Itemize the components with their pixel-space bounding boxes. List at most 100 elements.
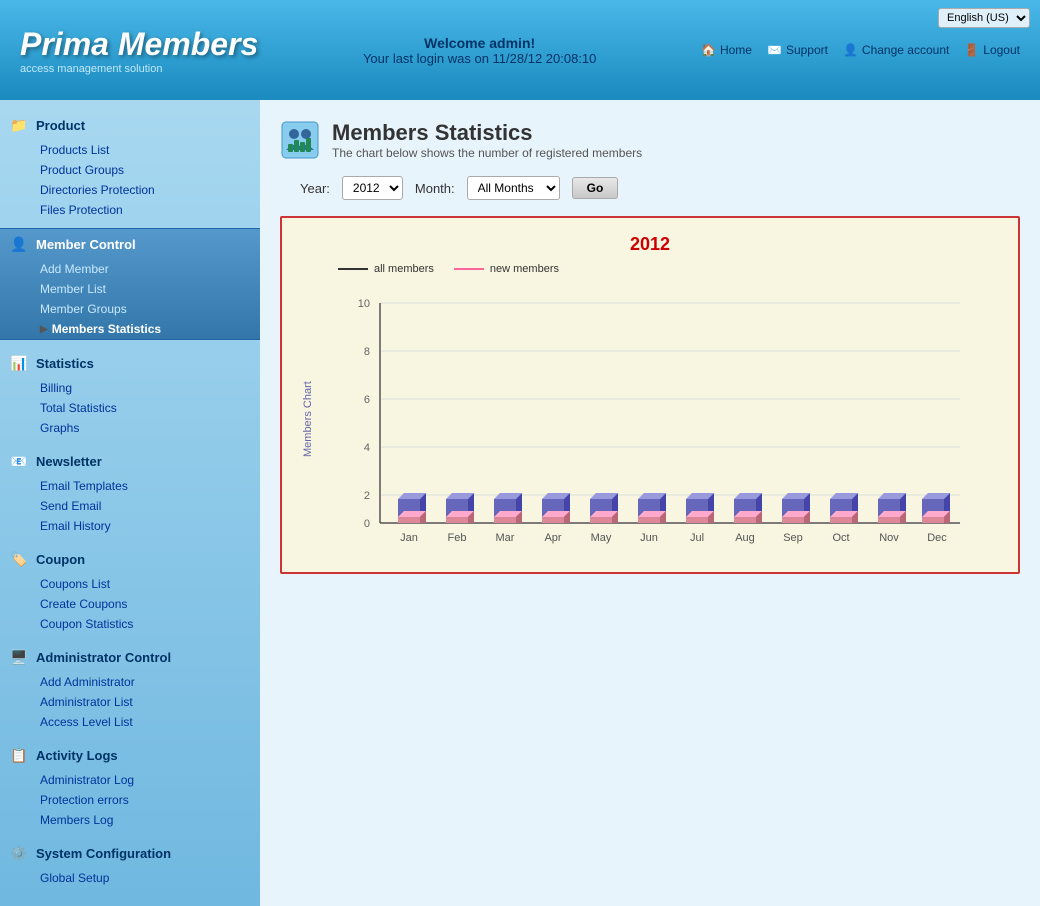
bar-may xyxy=(590,493,618,523)
sidebar-item-products-list[interactable]: Products List xyxy=(32,140,260,160)
bar-jul xyxy=(686,493,714,523)
sidebar-sub-items-member-control: Add MemberMember ListMember Groups▶ Memb… xyxy=(0,259,260,339)
sidebar-item-administrator-log[interactable]: Administrator Log xyxy=(32,770,260,790)
sidebar-item-directories-protection[interactable]: Directories Protection xyxy=(32,180,260,200)
sidebar-item-members-statistics[interactable]: ▶ Members Statistics xyxy=(32,319,260,339)
chart-y-label: Members Chart xyxy=(298,283,318,556)
sidebar-section-header-newsletter[interactable]: 📧 Newsletter xyxy=(0,446,260,476)
home-link[interactable]: 🏠 Home xyxy=(701,43,752,57)
sidebar-item-members-log[interactable]: Members Log xyxy=(32,810,260,830)
section-icon-product: 📁 xyxy=(10,116,28,134)
section-icon-admin-control: 🖥️ xyxy=(10,648,28,666)
svg-text:Jul: Jul xyxy=(690,532,704,544)
sidebar-section-header-coupon[interactable]: 🏷️ Coupon xyxy=(0,544,260,574)
chart-svg: 10 8 6 4 2 0 xyxy=(318,283,1002,553)
sidebar-sub-items-admin-control: Add AdministratorAdministrator ListAcces… xyxy=(0,672,260,732)
sidebar-section-header-admin-control[interactable]: 🖥️ Administrator Control xyxy=(0,642,260,672)
svg-text:Feb: Feb xyxy=(448,532,467,544)
bar-mar xyxy=(494,493,522,523)
section-icon-coupon: 🏷️ xyxy=(10,550,28,568)
svg-text:Jan: Jan xyxy=(400,532,418,544)
sidebar-section-activity-logs: 📋Activity LogsAdministrator LogProtectio… xyxy=(0,740,260,830)
page-title-text: Members Statistics The chart below shows… xyxy=(332,120,642,160)
bar-nov xyxy=(878,493,906,523)
sidebar-section-newsletter: 📧 Newsletter Email TemplatesSend EmailEmai… xyxy=(0,446,260,536)
bar-jan xyxy=(398,493,426,523)
sidebar-item-total-statistics[interactable]: Total Statistics xyxy=(32,398,260,418)
section-icon-newsletter: 📧 xyxy=(10,452,28,470)
main-layout: 📁ProductProducts ListProduct GroupsDirec… xyxy=(0,100,1040,906)
sidebar-section-header-statistics[interactable]: 📊 Statistics xyxy=(0,348,260,378)
svg-text:Nov: Nov xyxy=(879,532,899,544)
sidebar-item-billing[interactable]: Billing xyxy=(32,378,260,398)
svg-text:Dec: Dec xyxy=(927,532,947,544)
sidebar-section-header-activity-logs[interactable]: 📋Activity Logs xyxy=(0,740,260,770)
sidebar-item-product-groups[interactable]: Product Groups xyxy=(32,160,260,180)
section-label-coupon: Coupon xyxy=(36,552,85,567)
sidebar-item-member-list[interactable]: Member List xyxy=(32,279,260,299)
sidebar-item-member-groups[interactable]: Member Groups xyxy=(32,299,260,319)
welcome-line1: Welcome admin! xyxy=(363,35,596,51)
content-area: Members Statistics The chart below shows… xyxy=(260,100,1040,906)
sidebar-sub-items-activity-logs: Administrator LogProtection errorsMember… xyxy=(0,770,260,830)
sidebar-item-administrator-list[interactable]: Administrator List xyxy=(32,692,260,712)
year-select[interactable]: 2012 2011 2010 2013 xyxy=(342,176,403,200)
page-icon xyxy=(280,120,320,160)
sidebar-item-send-email[interactable]: Send Email xyxy=(32,496,260,516)
chart-wrapper: Members Chart 10 8 6 4 xyxy=(298,283,1002,556)
sidebar: 📁ProductProducts ListProduct GroupsDirec… xyxy=(0,100,260,906)
sidebar-section-header-system-config[interactable]: ⚙️System Configuration xyxy=(0,838,260,868)
svg-text:10: 10 xyxy=(358,298,370,310)
sidebar-item-create-coupons[interactable]: Create Coupons xyxy=(32,594,260,614)
sidebar-item-files-protection[interactable]: Files Protection xyxy=(32,200,260,220)
month-select[interactable]: All Months JanuaryFebruaryMarch AprilMay… xyxy=(467,176,560,200)
svg-text:Aug: Aug xyxy=(735,532,755,544)
sidebar-item-protection-errors[interactable]: Protection errors xyxy=(32,790,260,810)
sidebar-item-access-level-list[interactable]: Access Level List xyxy=(32,712,260,732)
svg-text:Mar: Mar xyxy=(496,532,515,544)
bar-dec xyxy=(922,493,950,523)
chart-container: 2012 all members new members Members Cha… xyxy=(280,216,1020,574)
bar-feb xyxy=(446,493,474,523)
go-button[interactable]: Go xyxy=(572,177,619,199)
sidebar-section-product: 📁ProductProducts ListProduct GroupsDirec… xyxy=(0,110,260,220)
sidebar-item-email-history[interactable]: Email History xyxy=(32,516,260,536)
page-title-area: Members Statistics The chart below shows… xyxy=(280,120,1020,160)
svg-text:Jun: Jun xyxy=(640,532,658,544)
sidebar-section-header-member-control[interactable]: 👤 Member Control xyxy=(0,229,260,259)
legend-new-members: new members xyxy=(454,263,559,275)
sidebar-section-header-product[interactable]: 📁Product xyxy=(0,110,260,140)
section-label-newsletter: Newsletter xyxy=(36,454,102,469)
svg-text:2: 2 xyxy=(364,490,370,502)
svg-text:May: May xyxy=(591,532,612,544)
svg-text:Sep: Sep xyxy=(783,532,803,544)
sidebar-item-add-administrator[interactable]: Add Administrator xyxy=(32,672,260,692)
svg-text:Oct: Oct xyxy=(832,532,849,544)
section-label-member-control: Member Control xyxy=(36,237,136,252)
bar-jun xyxy=(638,493,666,523)
sidebar-section-statistics: 📊 Statistics BillingTotal StatisticsGraphs xyxy=(0,348,260,438)
logo-title: Prima Members xyxy=(20,26,258,63)
chart-title: 2012 xyxy=(298,234,1002,255)
sidebar-item-graphs[interactable]: Graphs xyxy=(32,418,260,438)
language-selector[interactable]: English (US) French Spanish xyxy=(938,8,1030,28)
sidebar-item-global-setup[interactable]: Global Setup xyxy=(32,868,260,888)
logout-link[interactable]: 🚪 Logout xyxy=(964,43,1020,57)
section-icon-member-control: 👤 xyxy=(10,235,28,253)
sidebar-item-coupons-list[interactable]: Coupons List xyxy=(32,574,260,594)
section-icon-statistics: 📊 xyxy=(10,354,28,372)
sidebar-item-coupon-statistics[interactable]: Coupon Statistics xyxy=(32,614,260,634)
sidebar-item-add-member[interactable]: Add Member xyxy=(32,259,260,279)
year-label: Year: xyxy=(300,181,330,196)
section-label-system-config: System Configuration xyxy=(36,846,171,861)
bar-oct xyxy=(830,493,858,523)
top-bar: Prima Members access management solution… xyxy=(0,0,1040,100)
support-link[interactable]: ✉️ Support xyxy=(767,43,828,57)
section-label-statistics: Statistics xyxy=(36,356,94,371)
change-account-link[interactable]: 👤 Change account xyxy=(843,43,949,57)
chart-main: 10 8 6 4 2 0 xyxy=(318,283,1002,556)
svg-text:6: 6 xyxy=(364,394,370,406)
section-label-admin-control: Administrator Control xyxy=(36,650,171,665)
chart-legend: all members new members xyxy=(298,263,1002,275)
sidebar-item-email-templates[interactable]: Email Templates xyxy=(32,476,260,496)
